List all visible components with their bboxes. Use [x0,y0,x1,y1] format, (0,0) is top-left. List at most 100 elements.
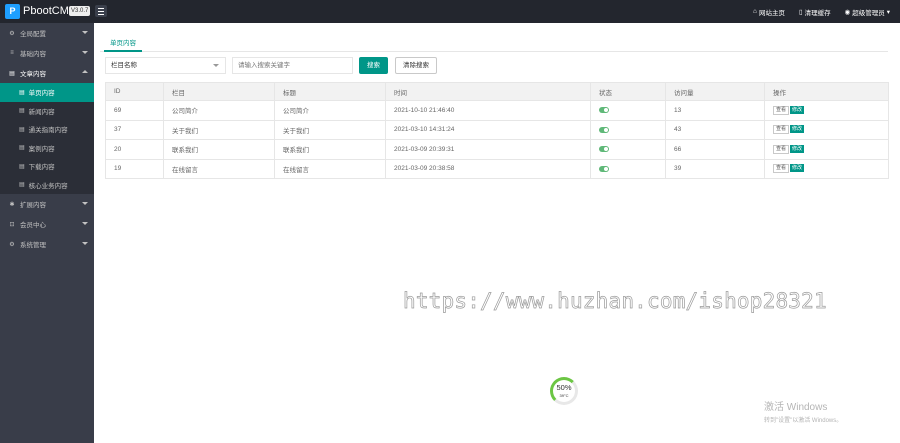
home-link[interactable]: ⌂ 网站主页 [753,7,785,17]
view-button[interactable]: 查看 [773,164,790,174]
cell-status [590,158,666,179]
status-toggle[interactable] [599,107,609,114]
search-input[interactable] [232,57,353,74]
col-header-title: 标题 [274,82,386,101]
chevron-down-icon [82,202,88,205]
clear-search-button[interactable]: 清除搜索 [395,57,437,74]
sidebar-item-label: 单页内容 [28,90,55,98]
cell-status [590,119,666,140]
cell-actions: 查看 修改 [764,158,889,179]
puzzle-icon: ✱ [9,201,15,208]
cell-actions: 查看 修改 [764,139,889,160]
sidebar-submenu: ▤ 单页内容 ▤ 新闻内容 ▤ 通关指南内容 ▤ 案例内容 ▤ 下载内容 ▤ 核… [0,83,94,194]
search-button[interactable]: 搜索 [359,57,388,74]
cell-title: 在线留言 [274,158,386,179]
sidebar-item-label: 新闻内容 [28,108,55,116]
trash-icon: ▯ [798,8,803,16]
file-icon: ▤ [19,182,25,189]
cell-actions: 查看 修改 [764,100,889,121]
sidebar: ⚙ 全局配置 ≡ 基础内容 ▤ 文章内容 ▤ 单页内容 ▤ 新闻内容 ▤ 通关指… [0,23,94,443]
watermark-text: https://www.huzhan.com/ishop28321 [403,289,827,314]
sidebar-item-news[interactable]: ▤ 新闻内容 [0,102,94,121]
file-icon: ▤ [9,70,15,77]
clear-cache-label: 清理缓存 [804,9,831,17]
sidebar-item-downloads[interactable]: ▤ 下载内容 [0,157,94,176]
main-content: 单页内容 栏目名称 搜索 清除搜索 ID 栏目 标题 时间 状态 访问量 操作 … [94,23,900,443]
status-toggle[interactable] [599,126,609,133]
clear-cache-link[interactable]: ▯ 清理缓存 [799,7,831,17]
cell-visits: 66 [665,139,765,160]
column-select[interactable]: 栏目名称 [105,57,226,74]
cell-title: 关于我们 [274,119,386,140]
col-header-time: 时间 [385,82,591,101]
chevron-up-icon [82,70,88,73]
sidebar-item-label: 核心业务内容 [28,182,68,190]
menu-toggle-icon[interactable] [95,5,107,17]
cell-column: 联系我们 [163,139,275,160]
cell-visits: 39 [665,158,765,179]
sidebar-group-label: 会员中心 [20,222,46,229]
gauge-temperature: 39°C [559,393,569,398]
column-select-value: 栏目名称 [111,62,137,69]
windows-activation-notice: 激活 Windows 转到"设置"以激活 Windows。 [764,398,842,424]
sidebar-group-label: 基础内容 [20,51,46,58]
file-icon: ▤ [19,126,25,133]
view-button[interactable]: 查看 [773,105,790,115]
cell-visits: 43 [665,119,765,140]
gear-icon: ⚙ [9,30,15,37]
col-header-actions: 操作 [764,82,889,101]
cell-column: 关于我们 [163,119,275,140]
edit-button[interactable]: 修改 [790,144,805,153]
chevron-down-icon [82,222,88,225]
user-menu[interactable]: ◉ 超级管理员 ▾ [845,7,890,17]
sidebar-item-guide[interactable]: ▤ 通关指南内容 [0,120,94,139]
sidebar-item-single-page[interactable]: ▤ 单页内容 [0,83,94,102]
sidebar-group-basic-content[interactable]: ≡ 基础内容 [0,43,94,63]
cell-column: 公司简介 [163,100,275,121]
content-table: ID 栏目 标题 时间 状态 访问量 操作 69 公司简介 公司简介 2021-… [105,82,889,179]
user-icon: ◉ [844,8,851,16]
cell-title: 公司简介 [274,100,386,121]
status-toggle[interactable] [599,146,609,153]
table-row: 19 在线留言 在线留言 2021-03-09 20:38:58 39 查看 修改 [105,158,889,179]
col-header-status: 状态 [590,82,666,101]
home-icon: ⌂ [753,8,757,15]
sidebar-group-article-content[interactable]: ▤ 文章内容 [0,63,94,83]
sidebar-group-label: 全局配置 [20,31,46,38]
file-icon: ▤ [19,145,25,152]
col-header-column: 栏目 [163,82,275,101]
sidebar-item-cases[interactable]: ▤ 案例内容 [0,139,94,158]
cell-column: 在线留言 [163,158,275,179]
edit-button[interactable]: 修改 [790,105,805,114]
user-menu-label: 超级管理员 [852,9,885,17]
windows-activation-title: 激活 Windows [764,402,828,413]
sidebar-item-core-business[interactable]: ▤ 核心业务内容 [0,176,94,195]
cell-time: 2021-10-10 21:46:40 [385,100,591,121]
cell-time: 2021-03-09 20:39:31 [385,139,591,160]
cell-status [590,139,666,160]
sidebar-group-label: 系统管理 [20,242,46,249]
tab-single-page[interactable]: 单页内容 [104,37,142,52]
sidebar-group-label: 文章内容 [20,71,46,78]
sidebar-group-extension-content[interactable]: ✱ 扩展内容 [0,194,94,214]
status-toggle[interactable] [599,165,609,172]
sidebar-group-global-config[interactable]: ⚙ 全局配置 [0,23,94,43]
logo-icon: P [5,4,20,19]
view-button[interactable]: 查看 [773,144,790,154]
sidebar-group-member-center[interactable]: ⊡ 会员中心 [0,214,94,234]
home-link-label: 网站主页 [758,9,785,17]
cell-title: 联系我们 [274,139,386,160]
view-button[interactable]: 查看 [773,125,790,135]
version-badge: V3.0.7 [69,6,91,16]
edit-button[interactable]: 修改 [790,125,805,134]
lock-icon: ⊡ [9,221,15,228]
edit-button[interactable]: 修改 [790,164,805,173]
table-row: 20 联系我们 联系我们 2021-03-09 20:39:31 66 查看 修改 [105,139,889,160]
sidebar-group-system-management[interactable]: ⚙ 系统管理 [0,234,94,254]
cell-time: 2021-03-09 20:38:58 [385,158,591,179]
cell-time: 2021-03-10 14:31:24 [385,119,591,140]
table-row: 37 关于我们 关于我们 2021-03-10 14:31:24 43 查看 修改 [105,119,889,140]
cell-id: 20 [105,139,164,160]
chevron-down-icon: ▾ [886,8,890,16]
chevron-down-icon [82,51,88,54]
